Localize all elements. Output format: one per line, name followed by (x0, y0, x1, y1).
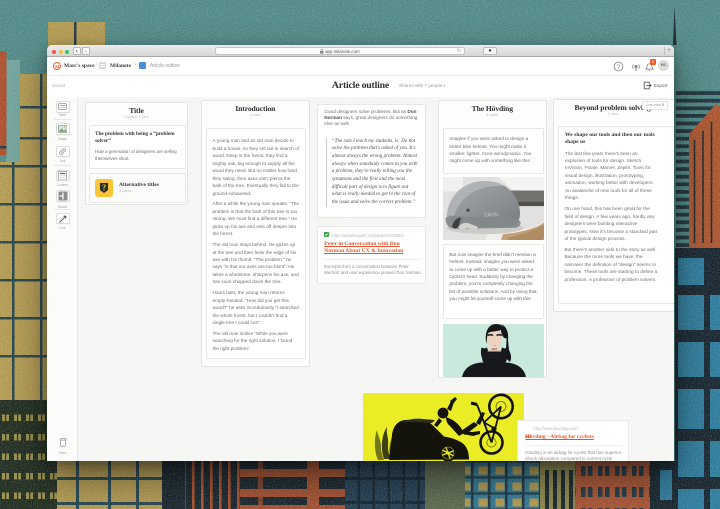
svg-text:SAHN: SAHN (484, 213, 499, 219)
svg-text:?: ? (617, 63, 621, 70)
